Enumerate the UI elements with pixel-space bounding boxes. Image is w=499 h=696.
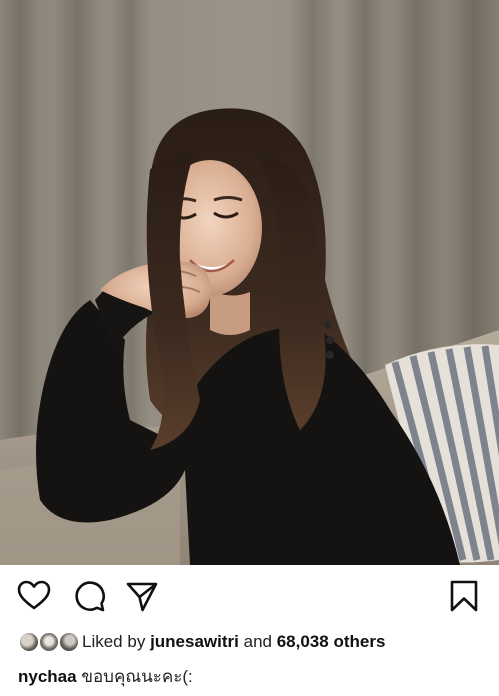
post-photo-illustration [0, 0, 499, 565]
save-button[interactable] [447, 579, 481, 613]
likes-text: Liked by junesawitri and 68,038 others [82, 632, 385, 652]
likes-summary: Liked by junesawitri and 68,038 others [18, 628, 385, 656]
share-button[interactable] [125, 579, 159, 613]
avatar [58, 631, 80, 653]
like-button[interactable] [17, 579, 51, 613]
heart-outline-icon [17, 580, 51, 610]
post-photo[interactable] [0, 0, 499, 565]
avatar [38, 631, 60, 653]
caption-username-link[interactable]: nychaa [18, 667, 77, 686]
caption-text: ขอบคุณนะคะ(: [81, 667, 193, 686]
likes-connector: and [243, 632, 272, 651]
post-action-bar [0, 565, 499, 627]
comment-bubble-icon [75, 581, 105, 612]
bookmark-icon [450, 580, 478, 612]
post-caption: nychaa ขอบคุณนะคะ(: [18, 663, 193, 689]
likes-count-link[interactable]: 68,038 others [277, 632, 386, 651]
likes-prefix: Liked by [82, 632, 146, 651]
liker-username-link[interactable]: junesawitri [150, 632, 239, 651]
liker-avatars[interactable] [18, 629, 82, 655]
avatar [18, 631, 40, 653]
comment-button[interactable] [72, 579, 106, 613]
paper-plane-icon [126, 582, 158, 612]
